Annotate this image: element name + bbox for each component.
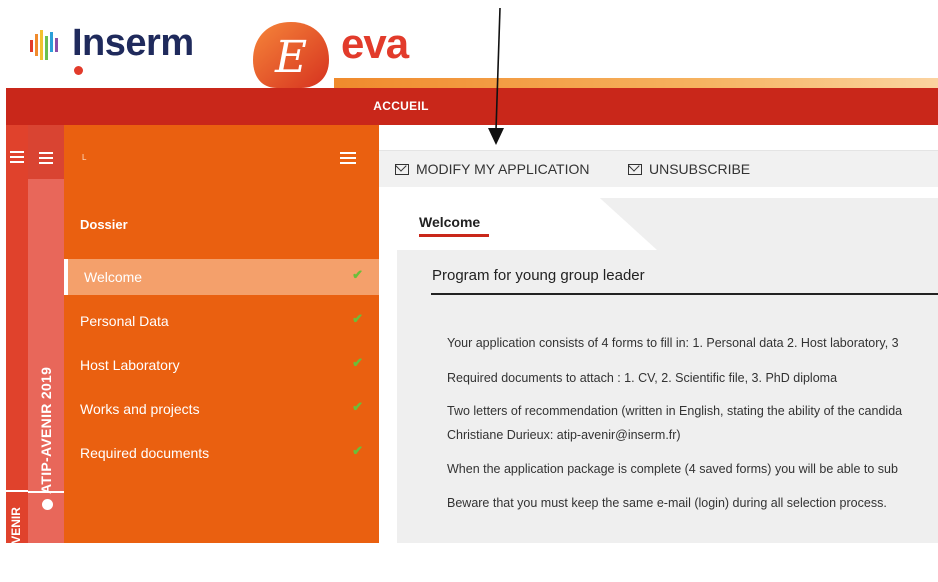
sidebar-section-title: Dossier <box>80 217 128 232</box>
sidebar-user-name: L <box>82 153 87 162</box>
eva-logo-icon: E <box>253 22 329 88</box>
inserm-brand-dot <box>74 66 83 75</box>
main-content: MODIFY MY APPLICATION UNSUBSCRIBE Welcom… <box>379 125 938 543</box>
info-paragraph-login: Beware that you must keep the same e-mai… <box>447 496 887 510</box>
menu-icon[interactable] <box>39 152 53 164</box>
sidebar-item-label: Welcome <box>84 269 143 285</box>
unsubscribe-button[interactable]: UNSUBSCRIBE <box>628 161 750 177</box>
program-title: Program for young group leader <box>432 267 645 284</box>
info-paragraph-submit: When the application package is complete… <box>447 462 898 476</box>
sidebar-item-label: Works and projects <box>80 401 200 417</box>
program-badge-icon <box>41 499 53 510</box>
sidebar-item-required-documents[interactable]: Required documents ✔ <box>64 435 379 471</box>
sidebar-item-label: Host Laboratory <box>80 357 180 373</box>
info-paragraph-documents: Required documents to attach : 1. CV, 2.… <box>447 371 838 385</box>
info-paragraph-letters: Two letters of recommendation (written i… <box>447 404 903 418</box>
sidebar-item-welcome[interactable]: Welcome ✔ <box>64 259 379 295</box>
inserm-brand-text: Inserm <box>72 22 194 64</box>
sidebar-item-label: Required documents <box>80 445 210 461</box>
inserm-logo-icon <box>30 30 58 60</box>
dossier-sidebar: L Dossier Welcome ✔ Personal Data ✔ Host… <box>64 125 379 543</box>
action-toolbar: MODIFY MY APPLICATION UNSUBSCRIBE <box>379 150 938 187</box>
envelope-icon <box>628 163 642 175</box>
sidebar-item-personal-data[interactable]: Personal Data ✔ <box>64 303 379 339</box>
check-icon: ✔ <box>352 355 363 370</box>
title-divider <box>431 293 938 295</box>
sidebar-item-label: Personal Data <box>80 313 169 329</box>
sidebar-menu-icon[interactable] <box>340 152 356 164</box>
unsubscribe-label: UNSUBSCRIBE <box>649 161 751 177</box>
tab-welcome-label[interactable]: Welcome <box>419 214 480 230</box>
header-accent-band <box>334 78 938 88</box>
modify-application-label: MODIFY MY APPLICATION <box>416 161 590 177</box>
check-icon: ✔ <box>352 267 363 282</box>
info-paragraph-forms: Your application consists of 4 forms to … <box>447 336 899 350</box>
program-strip-divider <box>6 490 28 492</box>
program-strip-divider <box>28 491 64 493</box>
check-icon: ✔ <box>352 311 363 326</box>
program-strip-atip-avenir-2019[interactable]: ATIP-AVENIR 2019 <box>28 125 64 543</box>
program-tab-atip-avenir[interactable]: ATIP-AVENIR <box>9 422 23 582</box>
check-icon: ✔ <box>352 443 363 458</box>
home-nav-link[interactable]: ACCUEIL <box>366 99 436 113</box>
sidebar-item-host-laboratory[interactable]: Host Laboratory ✔ <box>64 347 379 383</box>
program-tab-label: ATIP-AVENIR 2019 <box>38 366 54 494</box>
eva-brand-text: eva <box>341 20 409 67</box>
active-tab-underline <box>419 234 489 237</box>
top-nav-bar: ACCUEIL <box>6 88 938 125</box>
active-indicator <box>64 259 68 295</box>
eva-logo-letter: E <box>274 32 307 83</box>
check-icon: ✔ <box>352 399 363 414</box>
menu-icon[interactable] <box>10 151 24 163</box>
modify-application-button[interactable]: MODIFY MY APPLICATION <box>395 161 589 177</box>
sidebar-item-works-and-projects[interactable]: Works and projects ✔ <box>64 391 379 427</box>
envelope-icon <box>395 163 409 175</box>
program-strip-atip-avenir[interactable]: ATIP-AVENIR <box>6 125 28 582</box>
info-paragraph-contact: Christiane Durieux: atip-avenir@inserm.f… <box>447 428 681 442</box>
app-header: Inserm E eva <box>0 0 938 88</box>
